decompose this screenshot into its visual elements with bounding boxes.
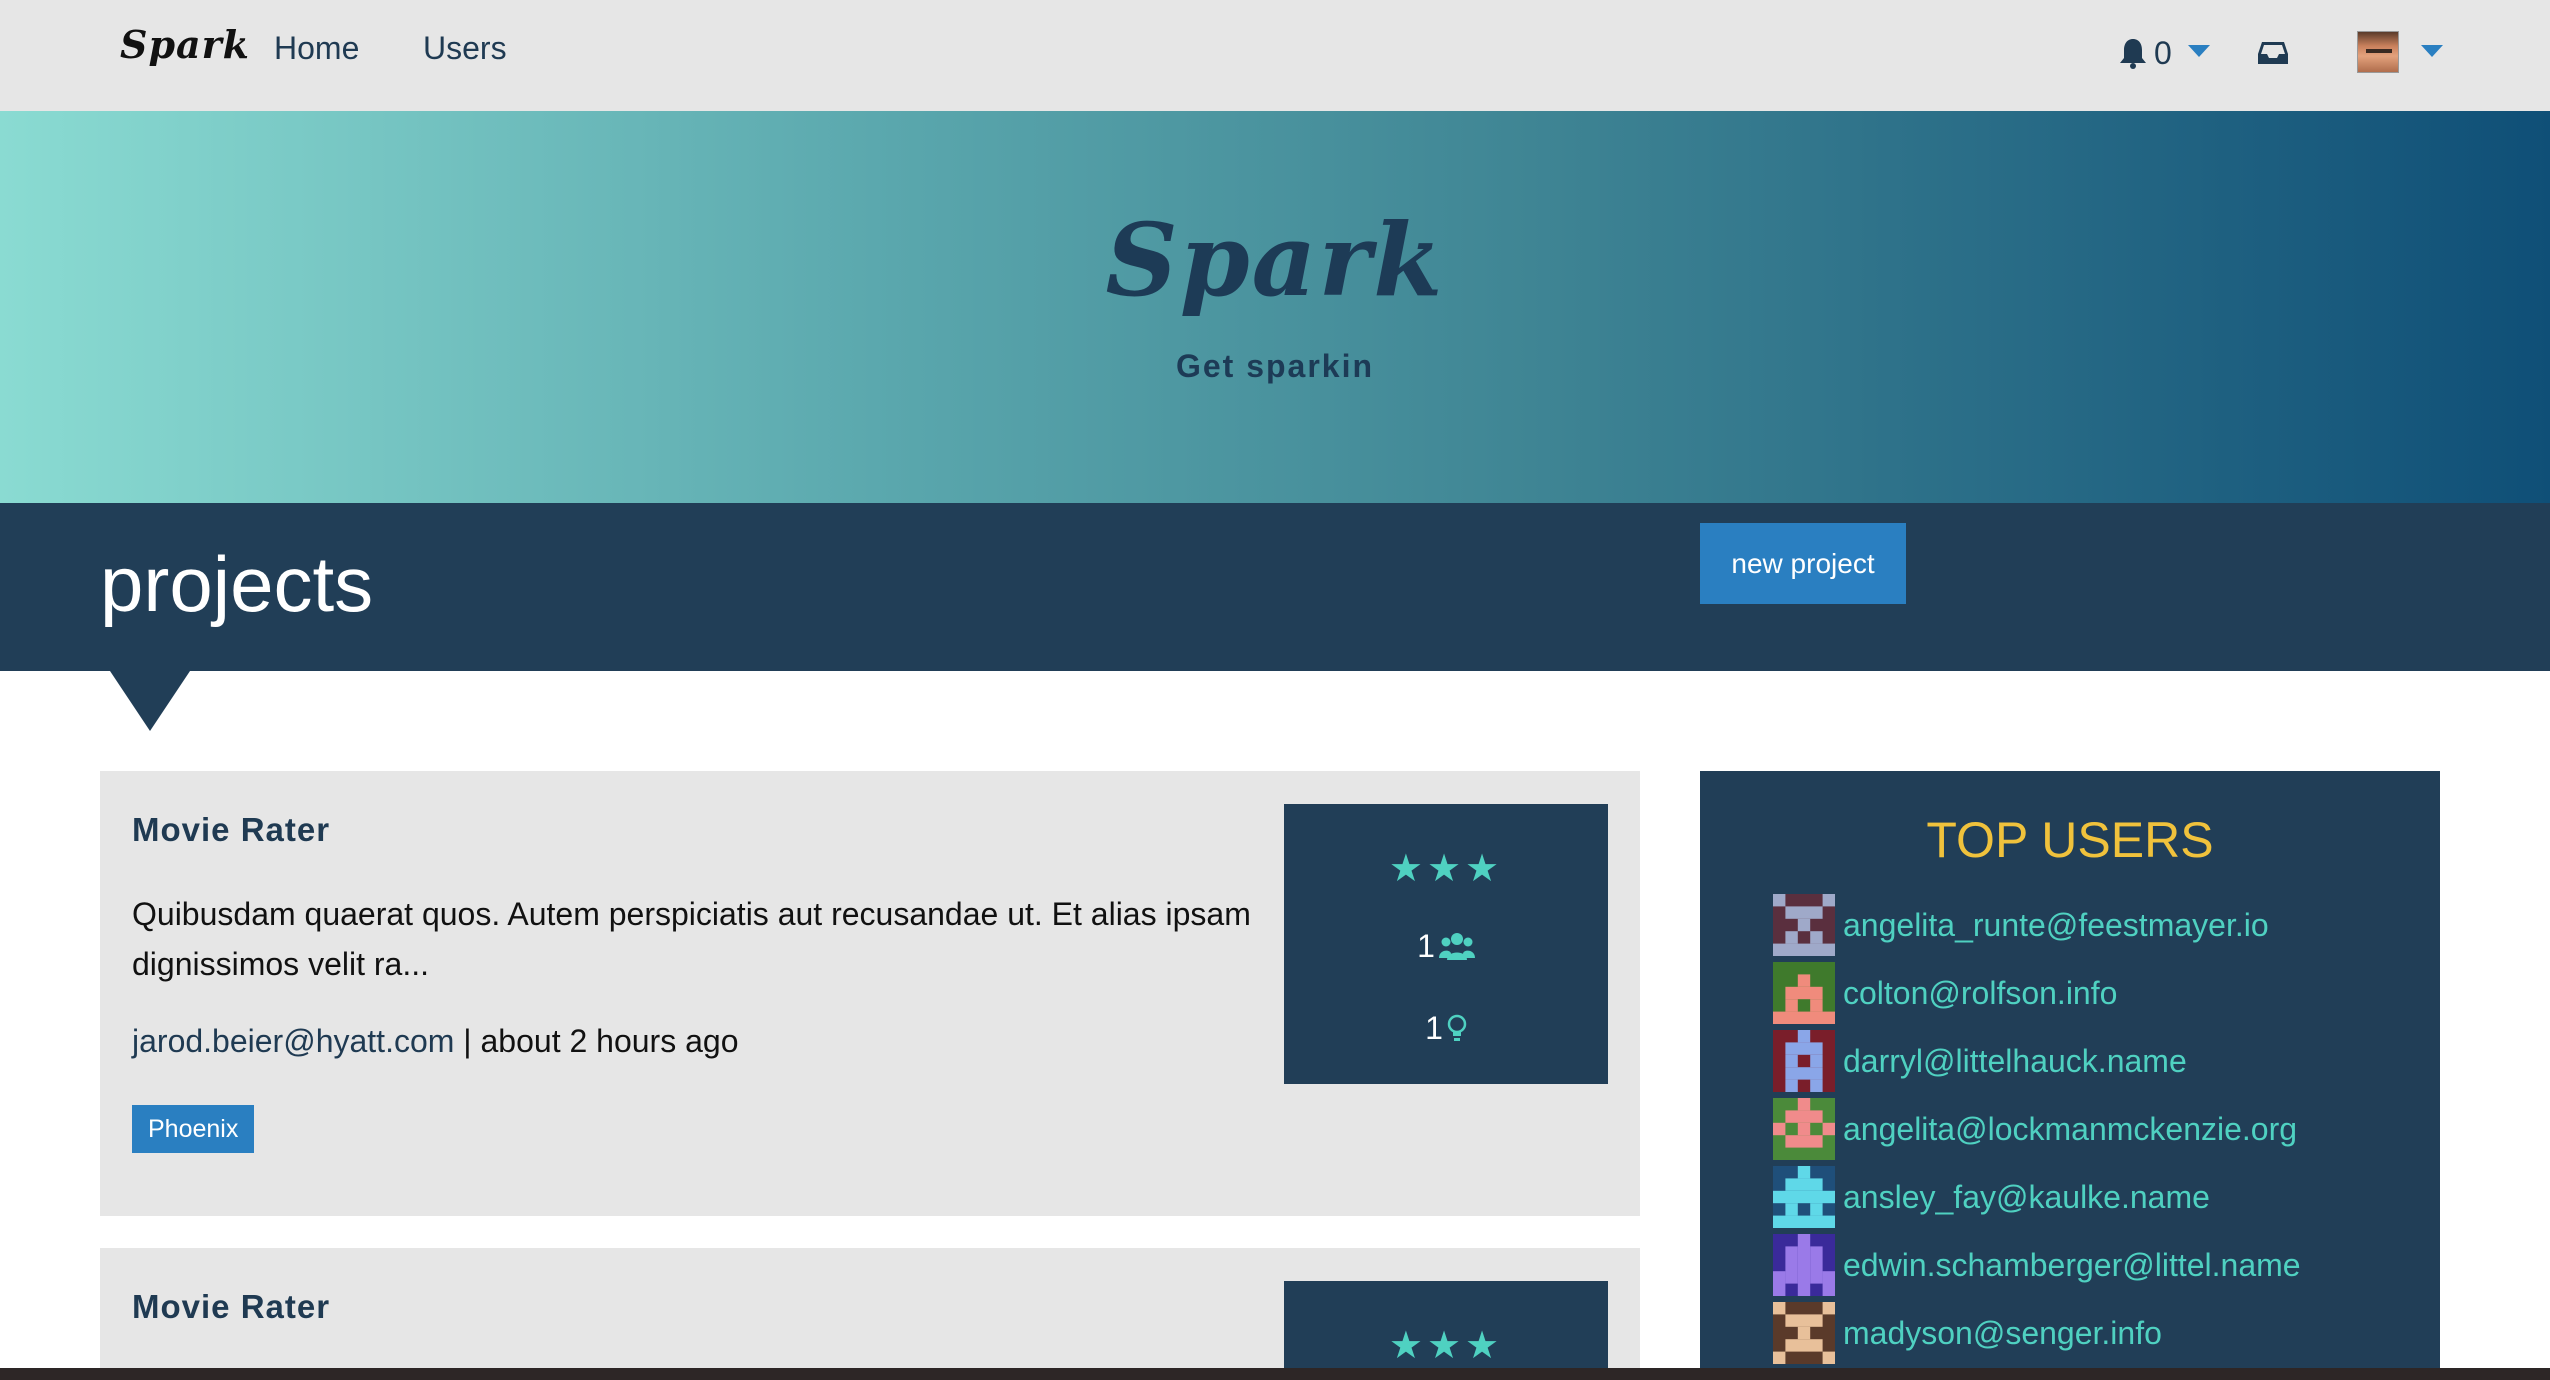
project-timestamp: about 2 hours ago bbox=[480, 1023, 739, 1059]
project-card[interactable]: Movie Rater ★★★ bbox=[100, 1248, 1640, 1380]
notification-count: 0 bbox=[2154, 34, 2172, 71]
nav-link-users[interactable]: Users bbox=[423, 30, 507, 67]
identicon-avatar bbox=[1773, 894, 1835, 956]
list-item[interactable]: angelita_runte@feestmayer.io bbox=[1773, 891, 2301, 959]
project-title[interactable]: Movie Rater bbox=[132, 811, 330, 849]
project-description: Quibusdam quaerat quos. Autem perspiciat… bbox=[132, 896, 1251, 982]
project-card[interactable]: Movie Rater Quibusdam quaerat quos. Aute… bbox=[100, 771, 1640, 1216]
hero-tagline: Get sparkin bbox=[1175, 348, 1375, 384]
star-icon: ★ bbox=[1426, 848, 1466, 890]
chevron-down-icon bbox=[2187, 45, 2210, 57]
top-users-list: angelita_runte@feestmayer.io colton@rolf… bbox=[1773, 891, 2301, 1367]
user-avatar[interactable] bbox=[2357, 31, 2399, 73]
notifications-dropdown[interactable]: 0 bbox=[2118, 33, 2210, 73]
lightbulb-icon bbox=[1447, 1014, 1467, 1041]
ideas-stat: 1 bbox=[1284, 1010, 1608, 1047]
top-users-title: TOP USERS bbox=[1926, 812, 2214, 868]
identicon-avatar bbox=[1773, 1098, 1835, 1160]
users-icon bbox=[1438, 932, 1475, 960]
list-item[interactable]: ansley_fay@kaulke.name bbox=[1773, 1163, 2301, 1231]
identicon-avatar bbox=[1773, 962, 1835, 1024]
user-email-link[interactable]: madyson@senger.info bbox=[1843, 1315, 2162, 1352]
identicon-avatar bbox=[1773, 1302, 1835, 1364]
members-stat: 1 bbox=[1284, 928, 1608, 965]
list-item[interactable]: darryl@littelhauck.name bbox=[1773, 1027, 2301, 1095]
user-email-link[interactable]: darryl@littelhauck.name bbox=[1843, 1043, 2187, 1080]
hero-banner: Spark Get sparkin bbox=[0, 111, 2550, 503]
star-icon: ★ bbox=[1465, 1325, 1504, 1367]
project-meta: jarod.beier@hyatt.com | about 2 hours ag… bbox=[132, 1023, 738, 1060]
system-taskbar bbox=[0, 1368, 2550, 1380]
hero-title: Spark bbox=[1105, 201, 1445, 319]
project-author-link[interactable]: jarod.beier@hyatt.com bbox=[132, 1023, 454, 1059]
identicon-avatar bbox=[1773, 1234, 1835, 1296]
project-stats: ★★★ 1 1 bbox=[1284, 804, 1608, 1084]
list-item[interactable]: edwin.schamberger@littel.name bbox=[1773, 1231, 2301, 1299]
rating-stars: ★★★ bbox=[1284, 846, 1608, 891]
user-email-link[interactable]: colton@rolfson.info bbox=[1843, 975, 2117, 1012]
identicon-avatar bbox=[1773, 1030, 1835, 1092]
project-tag[interactable]: Phoenix bbox=[132, 1105, 255, 1153]
brand-logo[interactable]: Spark bbox=[120, 22, 250, 67]
new-project-button[interactable]: new project bbox=[1700, 523, 1906, 604]
project-title[interactable]: Movie Rater bbox=[132, 1288, 330, 1326]
user-email-link[interactable]: ansley_fay@kaulke.name bbox=[1843, 1179, 2210, 1216]
list-item[interactable]: angelita@lockmanmckenzie.org bbox=[1773, 1095, 2301, 1163]
projects-header: projects new project bbox=[0, 503, 2550, 731]
star-icon: ★ bbox=[1465, 848, 1504, 890]
top-navbar: Spark Home Users 0 bbox=[0, 0, 2550, 111]
inbox-icon[interactable] bbox=[2257, 40, 2289, 66]
user-email-link[interactable]: angelita_runte@feestmayer.io bbox=[1843, 907, 2269, 944]
rating-stars: ★★★ bbox=[1284, 1323, 1608, 1368]
meta-separator: | bbox=[454, 1023, 481, 1059]
ideas-count: 1 bbox=[1425, 1010, 1443, 1046]
star-icon: ★ bbox=[1388, 848, 1427, 890]
identicon-avatar bbox=[1773, 1166, 1835, 1228]
star-icon: ★ bbox=[1426, 1325, 1466, 1367]
members-count: 1 bbox=[1417, 928, 1435, 964]
list-item[interactable]: colton@rolfson.info bbox=[1773, 959, 2301, 1027]
header-pointer bbox=[110, 671, 190, 731]
bell-icon bbox=[2120, 39, 2146, 69]
star-icon: ★ bbox=[1388, 1325, 1427, 1367]
chevron-down-icon[interactable] bbox=[2421, 45, 2443, 57]
project-stats: ★★★ bbox=[1284, 1281, 1608, 1380]
nav-link-home[interactable]: Home bbox=[274, 30, 359, 67]
user-email-link[interactable]: edwin.schamberger@littel.name bbox=[1843, 1247, 2301, 1284]
page-title: projects bbox=[100, 540, 374, 628]
top-users-panel: TOP USERS angelita_runte@feestmayer.io c… bbox=[1700, 771, 2440, 1380]
user-email-link[interactable]: angelita@lockmanmckenzie.org bbox=[1843, 1111, 2297, 1148]
list-item[interactable]: madyson@senger.info bbox=[1773, 1299, 2301, 1367]
